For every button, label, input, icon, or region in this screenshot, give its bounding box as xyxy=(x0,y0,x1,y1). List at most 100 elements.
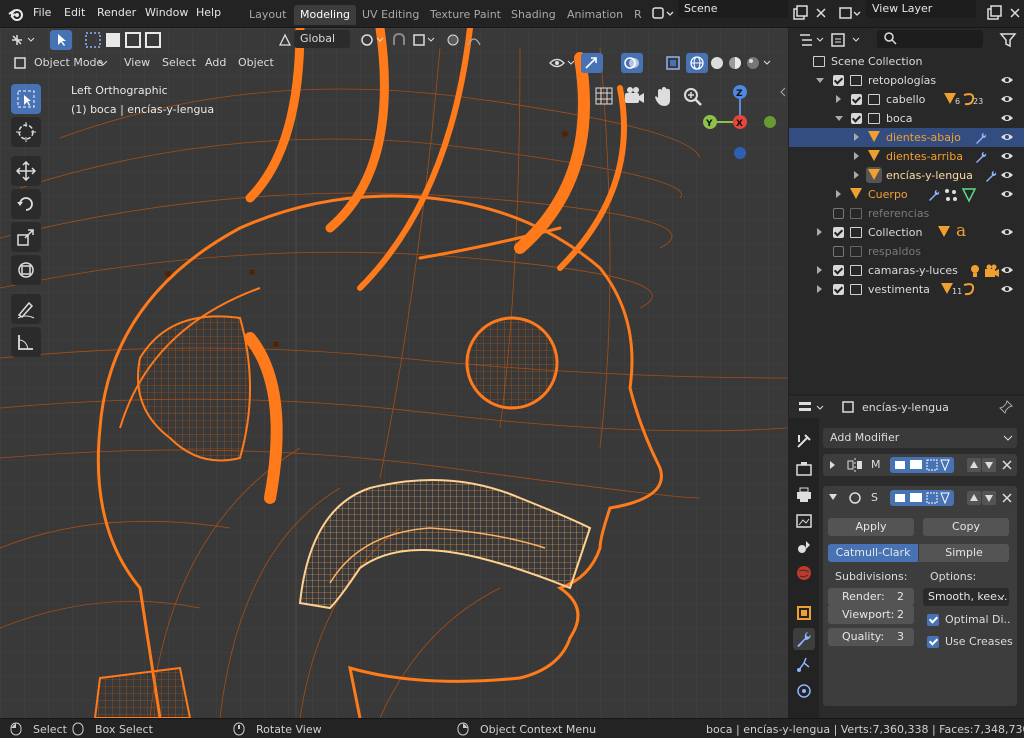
move-up-down-icons[interactable] xyxy=(967,458,997,472)
expand-arrow-icon[interactable] xyxy=(854,171,859,179)
editor-type-icon[interactable] xyxy=(8,31,40,49)
catmull-clark-toggle[interactable]: Catmull-Clark xyxy=(828,544,918,562)
modifier-visibility-toggles[interactable] xyxy=(889,489,955,507)
tab-shading[interactable]: Shading xyxy=(505,5,562,25)
menu-select[interactable]: Select xyxy=(156,54,202,72)
pan-hand-icon[interactable] xyxy=(653,86,673,108)
eye-visibility-icon[interactable] xyxy=(1000,75,1014,86)
expand-arrow-icon[interactable] xyxy=(854,152,859,160)
outliner-row-referencias[interactable]: referencias xyxy=(789,204,1024,223)
camera-view-icon[interactable] xyxy=(623,86,645,106)
eye-visibility-icon[interactable] xyxy=(1000,113,1014,124)
menu-object[interactable]: Object xyxy=(232,54,280,72)
menu-help[interactable]: Help xyxy=(196,6,221,19)
viewport-levels-field[interactable]: Viewport: 2 xyxy=(828,606,914,624)
outliner-row-respaldos[interactable]: respaldos xyxy=(789,242,1024,261)
new-scene-icon[interactable] xyxy=(791,5,809,23)
filter-funnel-icon[interactable] xyxy=(999,31,1023,49)
gizmo-neg-y-axis[interactable] xyxy=(764,116,776,128)
proportional-editing-icon[interactable] xyxy=(444,31,492,49)
tab-render[interactable] xyxy=(793,458,815,480)
eye-visibility-icon[interactable] xyxy=(1000,284,1014,295)
expand-arrow-icon[interactable] xyxy=(817,266,822,274)
optimal-display-checkbox[interactable] xyxy=(927,614,939,626)
selection-mode-icons[interactable] xyxy=(84,31,172,49)
outliner-row-dientes-abajo[interactable]: dientes-abajo xyxy=(789,128,1024,147)
expand-arrow-icon[interactable] xyxy=(816,78,824,83)
exclude-checkbox[interactable] xyxy=(833,246,844,257)
tool-move[interactable] xyxy=(11,156,41,186)
outliner-row-dientes-arriba[interactable]: dientes-arriba xyxy=(789,147,1024,166)
tab-tool[interactable] xyxy=(793,430,815,452)
eye-visibility-icon[interactable] xyxy=(1000,132,1014,143)
menu-file[interactable]: File xyxy=(33,6,51,19)
transform-orientation-dropdown[interactable]: Global xyxy=(294,30,350,48)
outliner-row-encias-y-lengua[interactable]: encías-y-lengua xyxy=(789,166,1024,185)
remove-modifier-icon[interactable] xyxy=(1001,492,1013,504)
simple-toggle[interactable]: Simple xyxy=(919,544,1009,562)
grid-view-icon[interactable] xyxy=(594,86,614,106)
add-modifier-dropdown[interactable]: Add Modifier xyxy=(823,428,1017,448)
tool-transform[interactable] xyxy=(11,255,41,285)
eye-visibility-icon[interactable] xyxy=(1000,265,1014,276)
scene-name-field[interactable]: Scene xyxy=(678,0,788,18)
menu-window[interactable]: Window xyxy=(145,6,188,19)
outliner-row-retopologias[interactable]: retopologías xyxy=(789,71,1024,90)
outliner-row-cabello[interactable]: cabello 6 23 xyxy=(789,90,1024,109)
eye-visibility-icon[interactable] xyxy=(1000,94,1014,105)
tab-view-layer[interactable] xyxy=(793,510,815,532)
tab-texture-paint[interactable]: Texture Paint xyxy=(424,5,507,25)
tab-physics[interactable] xyxy=(793,680,815,702)
modifier-visibility-toggles[interactable] xyxy=(889,456,955,474)
view-layer-field[interactable]: View Layer xyxy=(866,0,976,18)
overlays-toggle-button[interactable] xyxy=(621,53,643,73)
exclude-checkbox[interactable] xyxy=(851,113,862,124)
expand-arrow-down-icon[interactable] xyxy=(828,493,838,501)
tab-output[interactable] xyxy=(793,484,815,506)
exclude-checkbox[interactable] xyxy=(833,265,844,276)
eye-visibility-icon[interactable] xyxy=(1000,151,1014,162)
wireframe-mesh-canvas[interactable] xyxy=(0,28,788,718)
tab-animation[interactable]: Animation xyxy=(561,5,629,25)
tool-annotate[interactable] xyxy=(11,294,41,324)
scene-selector-icon[interactable] xyxy=(651,5,677,23)
pivot-point-icon[interactable] xyxy=(358,31,384,49)
tab-modifiers[interactable] xyxy=(793,628,815,650)
tool-measure[interactable] xyxy=(11,327,41,357)
expand-arrow-icon[interactable] xyxy=(817,285,822,293)
expand-arrow-icon[interactable] xyxy=(836,95,841,103)
menu-edit[interactable]: Edit xyxy=(64,6,85,19)
properties-editor-icon[interactable] xyxy=(797,399,827,417)
exclude-checkbox[interactable] xyxy=(833,75,844,86)
modifier-name-field[interactable]: M xyxy=(871,458,881,471)
tool-rotate[interactable] xyxy=(11,189,41,219)
modifier-panel-mirror[interactable]: M xyxy=(823,454,1017,476)
pin-icon[interactable] xyxy=(999,400,1013,414)
outliner-search-input[interactable] xyxy=(877,30,983,48)
exclude-checkbox[interactable] xyxy=(851,94,862,105)
tab-modeling[interactable]: Modeling xyxy=(294,5,357,25)
view-layer-selector-icon[interactable] xyxy=(838,5,864,23)
select-tool-header-button[interactable] xyxy=(50,30,72,50)
render-levels-field[interactable]: Render: 2 xyxy=(828,588,914,606)
modifier-name-field[interactable]: S xyxy=(871,491,878,504)
expand-arrow-icon[interactable] xyxy=(854,133,859,141)
snapping-icon[interactable] xyxy=(390,31,438,49)
menu-render[interactable]: Render xyxy=(97,6,136,19)
outliner-row-scene-collection[interactable]: Scene Collection xyxy=(789,52,1024,71)
outliner-row-cuerpo[interactable]: Cuerpo xyxy=(789,185,1024,204)
tab-layout[interactable]: Layout xyxy=(243,5,292,25)
object-mode-icon[interactable] xyxy=(12,55,28,71)
expand-arrow-icon[interactable] xyxy=(835,116,843,121)
outliner-editor-icon[interactable] xyxy=(797,31,827,49)
menu-view[interactable]: View xyxy=(118,54,156,72)
exclude-checkbox[interactable] xyxy=(833,284,844,295)
sidebar-toggle-arrow-icon[interactable] xyxy=(778,86,788,98)
eye-visibility-icon[interactable] xyxy=(1000,170,1014,181)
eye-visibility-icon[interactable] xyxy=(1000,227,1014,238)
display-mode-icon[interactable] xyxy=(829,31,869,49)
transform-orientation-icon[interactable] xyxy=(277,32,293,48)
tab-uv-editing[interactable]: UV Editing xyxy=(356,5,425,25)
exclude-checkbox[interactable] xyxy=(833,208,844,219)
navigation-gizmo[interactable]: Z Y X xyxy=(695,80,785,160)
